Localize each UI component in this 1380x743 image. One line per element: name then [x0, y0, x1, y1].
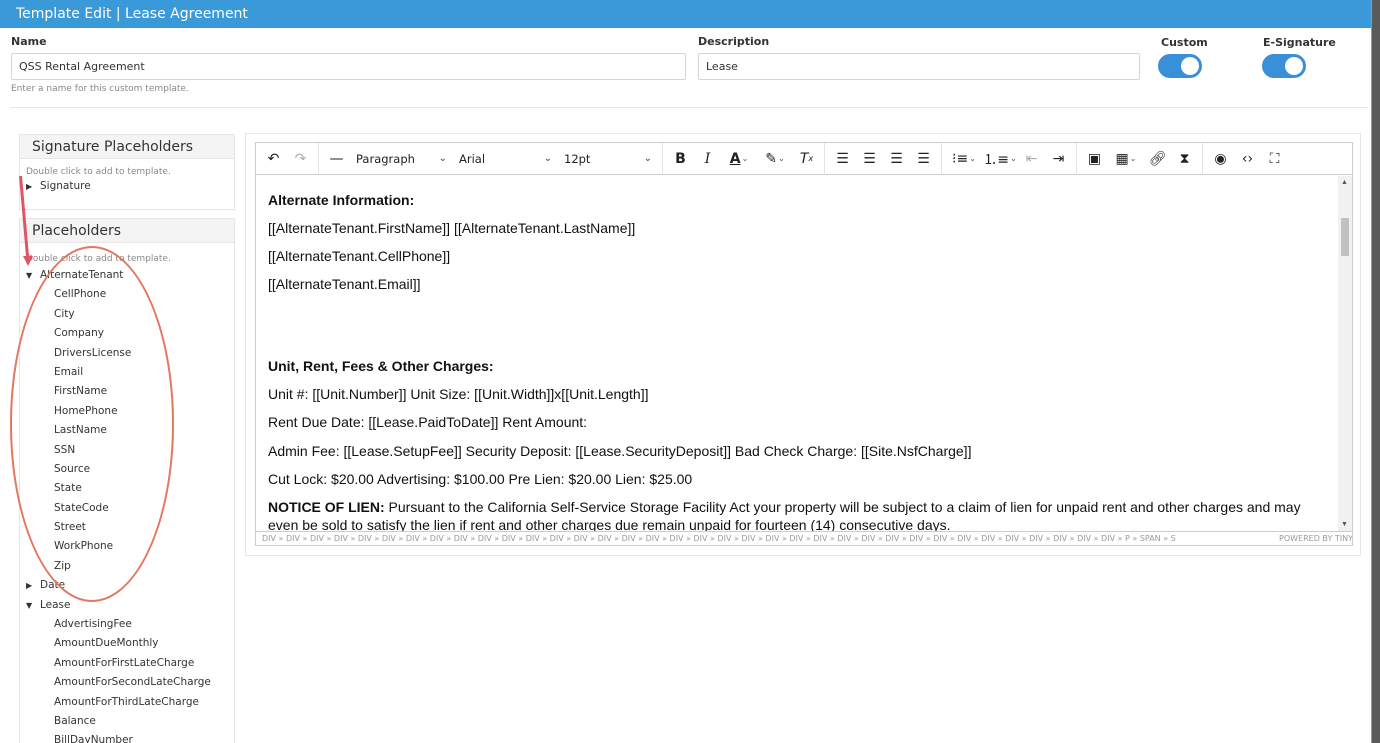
tree-leaf-placeholder[interactable]: AmountDueMonthly [20, 634, 234, 653]
tree-node-label: Signature [40, 180, 91, 192]
tree-node-lease[interactable]: ▼ Lease [20, 596, 234, 615]
bullet-list-icon[interactable]: ⁝≡ ⌄ [946, 147, 982, 171]
custom-toggle[interactable] [1158, 54, 1202, 78]
collapse-triangle-icon[interactable]: ▼ [26, 266, 40, 285]
link-icon[interactable]: 🔗︎ [1144, 147, 1171, 171]
clear-format-icon[interactable]: Tx [793, 147, 820, 171]
align-right-icon[interactable]: ☰ [883, 147, 910, 171]
description-input[interactable] [698, 53, 1140, 80]
custom-label: Custom [1161, 36, 1208, 49]
annotation-arrow-head [23, 256, 33, 266]
esignature-toggle[interactable] [1262, 54, 1306, 78]
undo-icon[interactable]: ↶ [260, 147, 287, 171]
description-label: Description [698, 35, 770, 48]
name-hint: Enter a name for this custom template. [11, 84, 189, 94]
source-code-icon[interactable]: ‹› [1234, 147, 1261, 171]
esignature-label: E-Signature [1263, 36, 1336, 49]
name-label: Name [11, 35, 47, 48]
placeholders-panel-title: Placeholders [20, 219, 234, 243]
doc-heading: Unit, Rent, Fees & Other Charges: [268, 358, 494, 374]
align-center-icon[interactable]: ☰ [856, 147, 883, 171]
toggle-knob [1285, 57, 1303, 75]
table-icon[interactable]: ▦ ⌄ [1108, 147, 1144, 171]
doc-paragraph: [[AlternateTenant.FirstName]] [[Alternat… [268, 220, 636, 236]
window-title: Template Edit | Lease Agreement [0, 0, 1371, 28]
tree-leaf-placeholder[interactable]: AmountForFirstLateCharge [20, 654, 234, 673]
signature-panel-title: Signature Placeholders [20, 135, 234, 159]
tree-leaf-placeholder[interactable]: AmountForSecondLateCharge [20, 673, 234, 692]
scroll-up-icon[interactable]: ▲ [1341, 179, 1348, 186]
tree-node-label: Lease [40, 598, 71, 611]
image-icon[interactable]: ▣ [1081, 147, 1108, 171]
italic-icon[interactable]: I [694, 147, 721, 171]
numbered-list-icon[interactable]: ⒈≡ ⌄ [982, 147, 1018, 171]
bold-icon[interactable]: B [667, 147, 694, 171]
justify-icon[interactable]: ☰ [910, 147, 937, 171]
chevron-down-icon: ⌄ [543, 153, 552, 164]
tree-node-signature[interactable]: ▶ Signature [20, 177, 234, 196]
indent-icon[interactable]: ⇥ [1045, 147, 1072, 171]
editor-container: ↶ ↷ — Paragraph ⌄ Arial ⌄ 12pt ⌄ B I A ⌄ ✎ ⌄ … [245, 133, 1361, 556]
align-left-icon[interactable]: ☰ [829, 147, 856, 171]
block-format-value: Paragraph [356, 151, 415, 166]
block-format-select[interactable]: Paragraph ⌄ [350, 147, 453, 171]
divider [10, 107, 1368, 108]
doc-paragraph: [[AlternateTenant.Email]] [268, 276, 421, 292]
document-content[interactable]: Alternate Information: [[AlternateTenant… [256, 176, 1338, 531]
doc-paragraph: [[AlternateTenant.CellPhone]] [268, 248, 451, 264]
editor-statusbar: DIV » DIV » DIV » DIV » DIV » DIV » DIV … [256, 531, 1352, 545]
editor-scrollbar[interactable]: ▲ ▼ [1338, 176, 1352, 531]
collapse-triangle-icon[interactable]: ▼ [26, 596, 40, 615]
font-family-value: Arial [459, 151, 486, 166]
template-edit-window: Template Edit | Lease Agreement Name Ent… [0, 0, 1372, 743]
tree-leaf-placeholder[interactable]: AdvertisingFee [20, 615, 234, 634]
page-break-icon[interactable]: ⧗ [1171, 147, 1198, 171]
doc-paragraph: Cut Lock: $20.00 Advertising: $100.00 Pr… [268, 471, 693, 487]
font-size-value: 12pt [564, 151, 591, 166]
fullscreen-icon[interactable]: ⛶ [1261, 147, 1288, 171]
tree-leaf-placeholder[interactable]: BillDayNumber [20, 731, 234, 743]
chevron-down-icon: ⌄ [438, 153, 447, 164]
expand-triangle-icon[interactable]: ▶ [26, 576, 40, 595]
element-path[interactable]: DIV » DIV » DIV » DIV » DIV » DIV » DIV … [262, 534, 1176, 543]
name-input[interactable] [11, 53, 686, 80]
placeholders-panel-hint: Double click to add to template. [26, 254, 171, 264]
highlight-icon[interactable]: ✎ ⌄ [757, 147, 793, 171]
horizontal-line-icon[interactable]: — [323, 147, 350, 171]
text-color-icon[interactable]: A ⌄ [721, 147, 757, 171]
expand-triangle-icon[interactable]: ▶ [26, 177, 40, 196]
font-family-select[interactable]: Arial ⌄ [453, 147, 558, 171]
signature-placeholders-panel: Signature Placeholders Double click to a… [19, 134, 235, 210]
redo-icon[interactable]: ↷ [287, 147, 314, 171]
preview-icon[interactable]: ◉ [1207, 147, 1234, 171]
editor-toolbar: ↶ ↷ — Paragraph ⌄ Arial ⌄ 12pt ⌄ B I A ⌄ ✎ ⌄ … [256, 142, 1352, 175]
outdent-icon[interactable]: ⇤ [1018, 147, 1045, 171]
doc-paragraph: Unit #: [[Unit.Number]] Unit Size: [[Uni… [268, 386, 649, 402]
tree-leaf-placeholder[interactable]: Balance [20, 712, 234, 731]
toggle-knob [1181, 57, 1199, 75]
doc-paragraph-notice: NOTICE OF LIEN: Pursuant to the Californ… [268, 499, 1301, 531]
annotation-oval [10, 246, 174, 602]
powered-by-label[interactable]: POWERED BY TINY [1276, 532, 1352, 545]
signature-panel-hint: Double click to add to template. [26, 167, 171, 177]
scroll-thumb[interactable] [1341, 218, 1349, 256]
chevron-down-icon: ⌄ [643, 153, 652, 164]
doc-paragraph: Admin Fee: [[Lease.SetupFee]] Security D… [268, 443, 972, 459]
rich-text-editor: ↶ ↷ — Paragraph ⌄ Arial ⌄ 12pt ⌄ B I A ⌄ ✎ ⌄ … [255, 142, 1353, 546]
doc-paragraph: Rent Due Date: [[Lease.PaidToDate]] Rent… [268, 414, 588, 430]
scroll-down-icon[interactable]: ▼ [1341, 521, 1348, 528]
font-size-select[interactable]: 12pt ⌄ [558, 147, 658, 171]
doc-heading: Alternate Information: [268, 192, 415, 208]
tree-leaf-placeholder[interactable]: AmountForThirdLateCharge [20, 693, 234, 712]
